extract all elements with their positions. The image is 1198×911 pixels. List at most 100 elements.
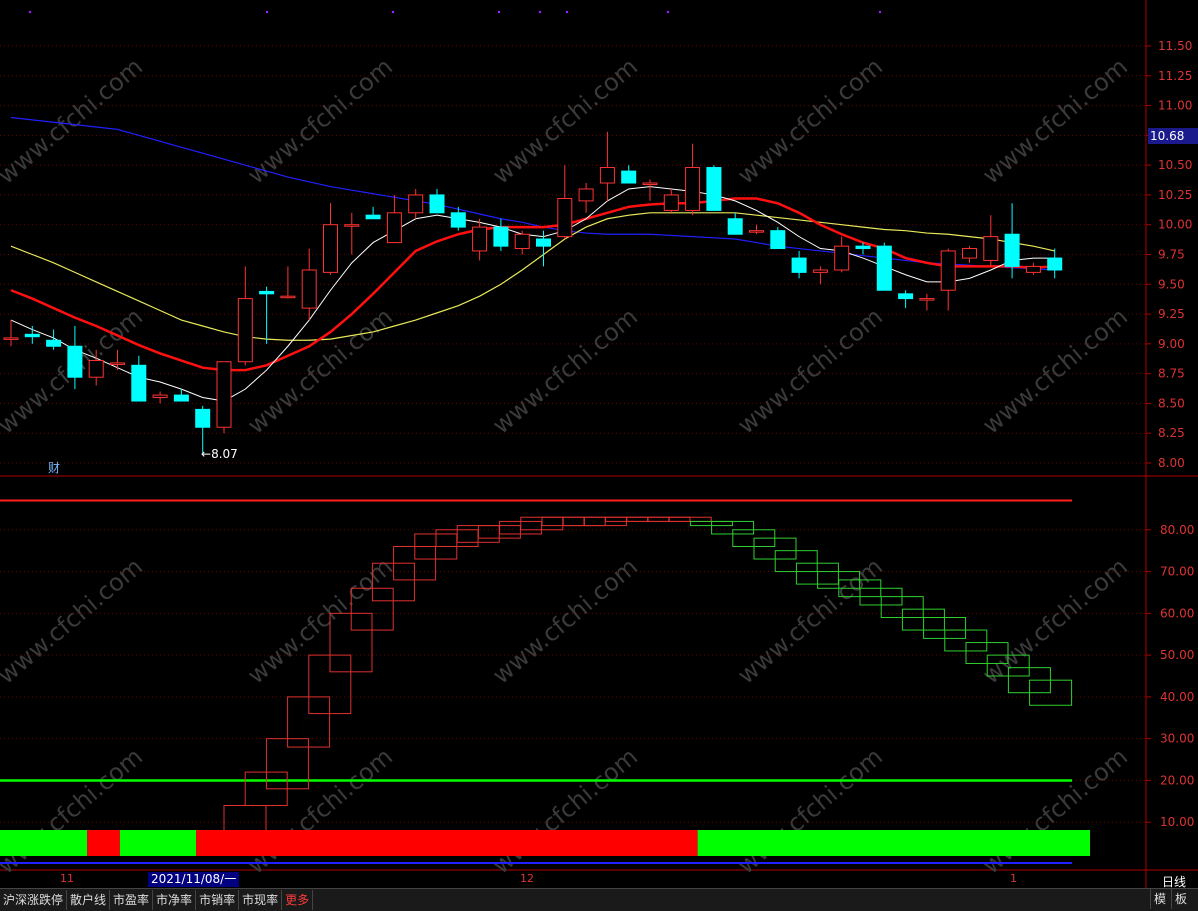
x-month-label-jan: 1	[1010, 872, 1017, 885]
candle	[962, 248, 977, 259]
candle	[3, 337, 19, 340]
watermark-text: www.cfchi.com	[487, 742, 643, 879]
indicator-tick-label: 70.00	[1160, 565, 1194, 579]
signal-band	[0, 830, 88, 856]
watermark-text: www.cfchi.com	[242, 552, 398, 689]
signal-band	[697, 830, 1090, 856]
candle	[663, 194, 679, 211]
signal-band	[87, 830, 120, 856]
price-tick-label: 8.00	[1158, 456, 1185, 470]
event-dot	[565, 10, 569, 14]
event-dot	[666, 10, 670, 14]
watermark-text: www.cfchi.com	[732, 302, 888, 439]
candle	[706, 167, 722, 211]
candle	[1004, 233, 1020, 267]
low-price-annotation: ←8.07	[201, 447, 238, 461]
watermark-text: www.cfchi.com	[977, 552, 1133, 689]
candle	[812, 269, 828, 273]
candle	[642, 182, 658, 186]
candle	[770, 230, 786, 250]
price-tick-label: 11.25	[1158, 69, 1192, 83]
indicator-tick-label: 80.00	[1160, 523, 1194, 537]
candle	[578, 188, 594, 202]
candle	[237, 298, 253, 363]
tab-pb-ratio[interactable]: 市净率	[153, 890, 197, 910]
tab-pe-ratio[interactable]: 市盈率	[110, 890, 154, 910]
bottom-indicator-bar: 沪深涨跌停 散户线 市盈率 市净率 市销率 市现率 更多 模 板	[0, 888, 1198, 911]
candle	[195, 408, 211, 428]
candle	[450, 212, 466, 228]
tab-ps-ratio[interactable]: 市销率	[196, 890, 240, 910]
price-tick-label: 9.75	[1158, 248, 1185, 262]
candle	[216, 361, 232, 428]
cursor-date-tag: 2021/11/08/一	[148, 872, 240, 887]
candle	[983, 236, 999, 261]
watermark-text: www.cfchi.com	[0, 52, 148, 189]
chart-canvas: 11.5011.2511.0010.7510.5010.2510.009.759…	[0, 0, 1198, 888]
candle	[173, 394, 189, 402]
watermark-text: www.cfchi.com	[732, 552, 888, 689]
watermark-text: www.cfchi.com	[0, 742, 148, 879]
watermark-text: www.cfchi.com	[977, 302, 1133, 439]
price-tick-label: 8.75	[1158, 367, 1185, 381]
price-tick-label: 8.50	[1158, 396, 1185, 410]
watermark-text: www.cfchi.com	[242, 52, 398, 189]
low-price-value: 8.07	[211, 447, 238, 461]
watermark-text: www.cfchi.com	[732, 742, 888, 879]
finance-marker[interactable]: 财	[48, 459, 60, 476]
tab-board[interactable]: 板	[1170, 889, 1190, 909]
tab-retail-line[interactable]: 散户线	[67, 890, 111, 910]
event-dot	[28, 10, 32, 14]
event-dot	[878, 10, 882, 14]
candle	[472, 226, 488, 252]
candle	[1047, 257, 1063, 271]
candle	[280, 295, 296, 299]
price-tick-label: 11.50	[1158, 39, 1192, 53]
signal-band	[196, 830, 698, 856]
candle	[876, 245, 892, 291]
event-dot	[538, 10, 542, 14]
candle	[408, 194, 424, 214]
candle	[536, 238, 551, 247]
x-month-label-nov: 11	[60, 872, 74, 885]
candle	[727, 218, 743, 235]
candle	[599, 167, 615, 184]
candle	[685, 167, 701, 211]
indicator-tick-label: 30.00	[1160, 732, 1194, 746]
candle	[301, 269, 317, 309]
watermark-text: www.cfchi.com	[0, 552, 148, 689]
signal-band	[119, 830, 197, 856]
candle	[323, 224, 338, 273]
bottom-right-tabs: 模 板	[1149, 889, 1190, 909]
price-tick-label: 8.25	[1158, 426, 1185, 440]
candle	[67, 345, 83, 378]
tab-template[interactable]: 模	[1149, 889, 1169, 909]
tab-pcf-ratio[interactable]: 市现率	[239, 890, 283, 910]
candle	[131, 364, 147, 402]
candle	[152, 394, 168, 398]
indicator-tick-label: 50.00	[1160, 648, 1194, 662]
candle	[919, 298, 935, 301]
candle	[557, 198, 573, 238]
price-tick-label: 10.25	[1158, 188, 1192, 202]
current-price-tag: 10.68	[1148, 128, 1198, 144]
candle	[365, 214, 381, 220]
tab-more[interactable]: 更多	[282, 890, 314, 910]
candle	[24, 333, 40, 338]
price-tick-label: 10.50	[1158, 158, 1192, 172]
price-tick-label: 9.00	[1158, 337, 1185, 351]
candle	[514, 233, 530, 250]
candle	[88, 360, 104, 378]
watermark-text: www.cfchi.com	[487, 552, 643, 689]
candle	[791, 257, 807, 273]
ma-line-yellow	[10, 212, 1055, 341]
watermark-text: www.cfchi.com	[487, 302, 643, 439]
candle	[110, 362, 125, 365]
watermark-text: www.cfchi.com	[732, 52, 888, 189]
indicator-tick-label: 60.00	[1160, 606, 1194, 620]
x-month-label-dec: 12	[520, 872, 534, 885]
tab-limit-updown[interactable]: 沪深涨跌停	[0, 890, 68, 910]
price-tick-label: 9.25	[1158, 307, 1185, 321]
candle	[1025, 265, 1041, 273]
candle	[621, 170, 637, 184]
